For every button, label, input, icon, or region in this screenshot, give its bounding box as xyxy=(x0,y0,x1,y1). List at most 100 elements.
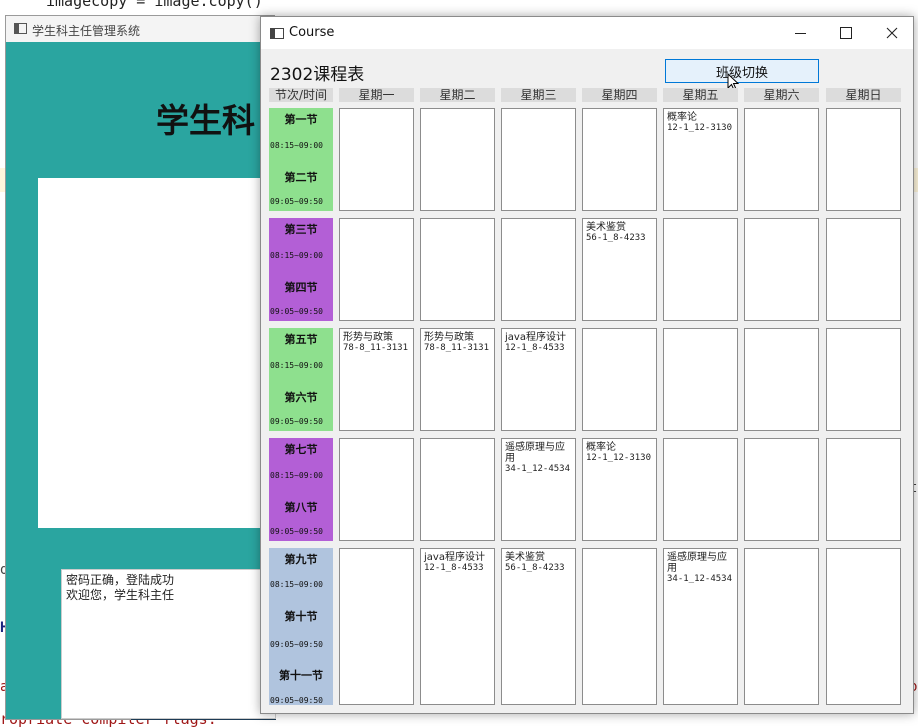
period-time: 08:15~09:00 xyxy=(270,251,323,260)
period-block-5: 第九节 08:15~09:00 第十节 09:05~09:50 第十一节 09:05~09… xyxy=(269,548,333,705)
schedule-cell[interactable] xyxy=(826,108,901,211)
period-block-3: 第五节 08:15~09:00 第六节 09:05~09:50 xyxy=(269,328,333,431)
schedule-cell[interactable]: 美术鉴赏 56-1_8-4233 xyxy=(501,548,576,705)
schedule-cell[interactable] xyxy=(826,548,901,705)
schedule-cell[interactable]: 形势与政策 78-8_11-3131 xyxy=(420,328,495,431)
minimize-button[interactable] xyxy=(777,17,823,49)
period-label: 第十一节 xyxy=(279,669,323,682)
schedule-cell[interactable] xyxy=(420,438,495,541)
course-name: 遥感原理与应用 xyxy=(667,552,727,574)
login-titlebar: 学生科主任管理系统 xyxy=(6,16,274,42)
course-name: java程序设计 xyxy=(505,332,566,343)
schedule-cell[interactable] xyxy=(663,438,738,541)
period-time: 08:15~09:00 xyxy=(270,361,323,370)
login-message-line1: 密码正确，登陆成功 xyxy=(66,573,175,587)
header-day-5: 星期五 xyxy=(663,88,738,102)
schedule-cell[interactable]: 概率论 12-1_12-3130 xyxy=(663,108,738,211)
period-label: 第五节 xyxy=(284,333,318,346)
window-icon xyxy=(270,28,284,39)
switch-class-button[interactable]: 班级切换 xyxy=(665,59,819,83)
period-time: 08:15~09:00 xyxy=(270,471,323,480)
course-room: 12-1_8-4533 xyxy=(424,563,484,573)
schedule-cell[interactable]: 形势与政策 78-8_11-3131 xyxy=(339,328,414,431)
course-room: 78-8_11-3131 xyxy=(424,343,490,353)
period-time: 08:15~09:00 xyxy=(270,580,323,589)
period-block-4: 第七节 08:15~09:00 第八节 09:05~09:50 xyxy=(269,438,333,541)
period-label: 第三节 xyxy=(284,223,318,236)
course-room: 12-1_8-4533 xyxy=(505,343,565,353)
course-window: Course 2302课程表 班级切换 节次/时间 星期一 星期二 星期三 星期四 星期五… xyxy=(260,16,914,714)
header-day-2: 星期二 xyxy=(420,88,495,102)
schedule-cell[interactable] xyxy=(744,328,819,431)
schedule-cell[interactable]: 遥感原理与应用 34-1_12-4534 xyxy=(501,438,576,541)
course-name: 美术鉴赏 xyxy=(505,552,545,563)
schedule-cell[interactable] xyxy=(420,218,495,321)
course-name: java程序设计 xyxy=(424,552,485,563)
period-label: 第九节 xyxy=(284,553,318,566)
schedule-cell[interactable] xyxy=(744,438,819,541)
period-label: 第七节 xyxy=(284,443,318,456)
ide-code-text-top: imagecopy = image.copy() xyxy=(46,0,263,10)
period-time: 09:05~09:50 xyxy=(270,640,323,649)
course-name: 概率论 xyxy=(667,112,697,123)
header-day-7: 星期日 xyxy=(826,88,901,102)
schedule-cell[interactable] xyxy=(826,218,901,321)
schedule-cell[interactable] xyxy=(582,328,657,431)
period-label: 第八节 xyxy=(284,501,318,514)
header-day-6: 星期六 xyxy=(744,88,819,102)
schedule-cell[interactable] xyxy=(663,218,738,321)
close-button[interactable] xyxy=(869,17,915,49)
course-name: 概率论 xyxy=(586,442,616,453)
course-name: 美术鉴赏 xyxy=(586,222,626,233)
schedule-cell[interactable] xyxy=(744,548,819,705)
course-name: 遥感原理与应用 xyxy=(505,442,565,464)
header-day-1: 星期一 xyxy=(339,88,414,102)
ide-code-line-top: imagecopy = image.copy() xyxy=(0,0,918,14)
period-time: 09:05~09:50 xyxy=(270,197,323,206)
maximize-button[interactable] xyxy=(823,17,869,49)
period-label: 第四节 xyxy=(284,281,318,294)
schedule-cell[interactable] xyxy=(339,438,414,541)
login-image-area xyxy=(38,178,276,528)
schedule-cell[interactable] xyxy=(582,548,657,705)
period-block-1: 第一节 08:15~09:00 第二节 09:05~09:50 xyxy=(269,108,333,211)
schedule-cell[interactable] xyxy=(339,218,414,321)
schedule-cell[interactable] xyxy=(339,108,414,211)
login-banner: 学生科 xyxy=(156,101,255,140)
course-room: 34-1_12-4534 xyxy=(667,574,733,584)
period-time: 09:05~09:50 xyxy=(270,307,323,316)
course-name: 形势与政策 xyxy=(424,332,474,343)
schedule-cell[interactable]: 概率论 12-1_12-3130 xyxy=(582,438,657,541)
course-name: 形势与政策 xyxy=(343,332,393,343)
schedule-cell[interactable] xyxy=(501,108,576,211)
period-time: 09:05~09:50 xyxy=(270,417,323,426)
period-label: 第十节 xyxy=(284,610,318,623)
schedule-cell[interactable]: java程序设计 12-1_8-4533 xyxy=(501,328,576,431)
schedule-cell[interactable] xyxy=(744,108,819,211)
schedule-cell[interactable] xyxy=(663,328,738,431)
login-message-line2: 欢迎您，学生科主任 xyxy=(66,588,175,602)
course-room: 12-1_12-3130 xyxy=(667,123,733,133)
course-titlebar: Course xyxy=(261,17,913,49)
schedule-cell[interactable]: 美术鉴赏 56-1_8-4233 xyxy=(582,218,657,321)
login-window: 学生科主任管理系统 学生科 密码正确，登陆成功 欢迎您，学生科主任 xyxy=(5,15,276,720)
schedule-cell[interactable] xyxy=(339,548,414,705)
schedule-cell[interactable] xyxy=(744,218,819,321)
course-room: 12-1_12-3130 xyxy=(586,453,652,463)
course-room: 56-1_8-4233 xyxy=(505,563,565,573)
schedule-cell[interactable] xyxy=(826,328,901,431)
period-time: 09:05~09:50 xyxy=(270,527,323,536)
schedule-cell[interactable] xyxy=(826,438,901,541)
schedule-cell[interactable]: 遥感原理与应用 34-1_12-4534 xyxy=(663,548,738,705)
schedule-cell[interactable] xyxy=(420,108,495,211)
period-time: 09:05~09:50 xyxy=(270,696,323,705)
period-label: 第一节 xyxy=(284,113,318,126)
header-day-4: 星期四 xyxy=(582,88,657,102)
period-label: 第六节 xyxy=(284,391,318,404)
header-day-3: 星期三 xyxy=(501,88,576,102)
schedule-cell[interactable] xyxy=(582,108,657,211)
schedule-cell[interactable]: java程序设计 12-1_8-4533 xyxy=(420,548,495,705)
schedule-cell[interactable] xyxy=(501,218,576,321)
course-room: 78-8_11-3131 xyxy=(343,343,409,353)
close-icon xyxy=(886,27,898,39)
